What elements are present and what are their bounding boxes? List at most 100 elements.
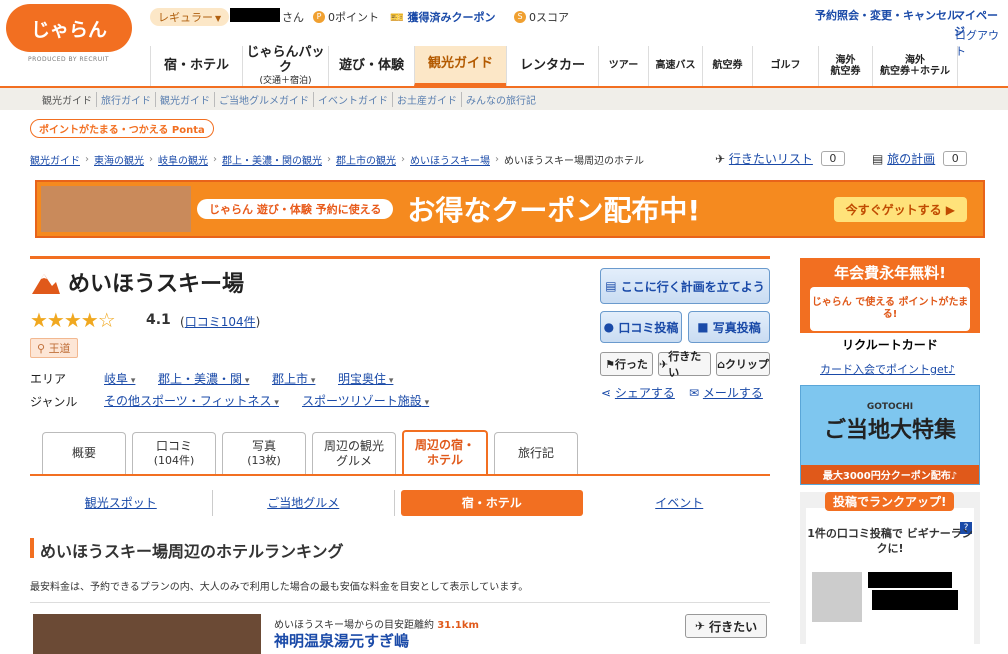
recruit-card-ad[interactable]: 年会費永年無料! じゃらん で使える ポイントがたまる! リクルートカード (800, 258, 980, 356)
area-link[interactable]: 明宝奥住 (338, 370, 393, 387)
tab-photos[interactable]: 写真 (13枚) (222, 432, 306, 474)
heading-accent (30, 538, 34, 558)
tab-overview[interactable]: 概要 (42, 432, 126, 474)
plan-link[interactable]: ▤ 旅の計画 0 (872, 150, 968, 167)
nav-overseas-air-hotel[interactable]: 海外 航空券＋ホテル (872, 46, 958, 86)
nav-air-ticket[interactable]: 航空券 (702, 46, 752, 86)
rank-up-heading: 投稿でランクアップ! (825, 492, 955, 511)
nav-highway-bus[interactable]: 高速バス (648, 46, 702, 86)
points-display[interactable]: P 0ポイント (313, 9, 379, 25)
tab-label: 周辺の宿・ (414, 438, 475, 452)
nav-tour[interactable]: ツアー (598, 46, 648, 86)
subtab-hotels[interactable]: 宿・ホテル (401, 490, 583, 516)
nav-hotel[interactable]: 宿・ホテル (150, 46, 242, 86)
area-link[interactable]: 郡上市 (272, 370, 315, 387)
make-plan-button[interactable]: ▤ ここに行く計画を立てよう (600, 268, 770, 304)
subtab-events[interactable]: イベント (589, 490, 771, 516)
hotel-photo[interactable] (33, 614, 261, 654)
breadcrumb-link[interactable]: 東海の観光 (94, 152, 144, 167)
card-ad-brand: リクルートカード (800, 333, 980, 356)
nav-label: 高速バス (655, 60, 696, 72)
subnav-item[interactable]: 観光ガイド (38, 91, 97, 107)
jalan-logo[interactable]: じゃらん (6, 4, 132, 52)
breadcrumb-separator: › (327, 154, 331, 165)
tab-sublabel: ホテル (426, 453, 463, 467)
post-review-button[interactable]: ● 口コミ投稿 (600, 311, 682, 343)
genre-label: ジャンル (30, 395, 78, 409)
nav-label: 遊び・体験 (338, 57, 404, 73)
redacted-username (230, 8, 280, 22)
nav-activities[interactable]: 遊び・体験 (328, 46, 414, 86)
nav-label: 宿・ホテル (163, 57, 229, 73)
gotochi-label: GOTOCHI (866, 402, 914, 412)
share-link[interactable]: ⋖ シェアする (601, 384, 675, 401)
breadcrumb-separator: › (149, 154, 153, 165)
subnav-item[interactable]: 旅行ガイド (97, 91, 156, 107)
plan-icon: ▤ (605, 279, 617, 293)
gotochi-title: ご当地大特集 (823, 418, 956, 443)
reservation-link[interactable]: 予約照会・変更・キャンセル (815, 7, 958, 23)
wishlist-link[interactable]: ✈ 行きたいリスト 0 (715, 150, 845, 167)
breadcrumb-link[interactable]: 観光ガイド (30, 152, 80, 167)
post-photo-button[interactable]: ■ 写真投稿 (688, 311, 770, 343)
clip-icon: ⌂ (717, 357, 725, 371)
banner-get-button[interactable]: 今すぐゲットする ▶ (833, 196, 967, 222)
genre-link[interactable]: その他スポーツ・フィットネス (104, 392, 279, 409)
nav-jalan-pack[interactable]: じゃらんパック (交通＋宿泊) (242, 45, 328, 86)
tab-travelogue[interactable]: 旅行記 (494, 432, 578, 474)
clip-button[interactable]: ⌂ クリップ (716, 352, 770, 376)
breadcrumb-link[interactable]: 郡上・美濃・関の観光 (222, 152, 322, 167)
breadcrumb-link[interactable]: 郡上市の観光 (336, 152, 396, 167)
subnav-item[interactable]: ご当地グルメガイド (215, 91, 314, 107)
nav-golf[interactable]: ゴルフ (752, 46, 818, 86)
hotel-want-button[interactable]: ✈ 行きたい (685, 614, 767, 638)
reviews-link[interactable]: (口コミ104件) (180, 313, 260, 330)
point-coin-icon: P (313, 11, 325, 23)
camera-icon: ■ (697, 320, 709, 334)
nav-label: 観光ガイド (427, 56, 493, 72)
badge-odo: ⚲ 王道 (30, 338, 78, 358)
redacted-user-name (868, 572, 952, 588)
tab-nearby-hotels[interactable]: 周辺の宿・ ホテル (402, 430, 488, 474)
want-button[interactable]: ✈ 行きたい (658, 350, 711, 379)
card-ad-link[interactable]: カード入会でポイントget♪ (820, 361, 955, 377)
area-link[interactable]: 岐阜 (104, 370, 135, 387)
nav-rentacar[interactable]: レンタカー (506, 46, 598, 86)
hotel-name-link[interactable]: 神明温泉湯元すぎ嶋 (274, 630, 409, 651)
rank-badge[interactable]: レギュラー ▼ (150, 8, 230, 26)
subtab-gourmet[interactable]: ご当地グルメ (213, 490, 395, 516)
gotochi-ad[interactable]: GOTOCHI ご当地大特集 最大3000円分クーポン配布♪ (800, 385, 980, 485)
subnav-item[interactable]: 観光ガイド (156, 91, 215, 107)
breadcrumb-link[interactable]: 岐阜の観光 (158, 152, 208, 167)
nav-label: レンタカー (519, 57, 585, 73)
coupon-banner[interactable]: じゃらん 遊び・体験 予約に使える お得なクーポン配布中! 今すぐゲットする ▶ (35, 180, 985, 238)
rating-stars: ★★★★☆ (30, 308, 116, 332)
tab-nearby-sightseeing[interactable]: 周辺の観光 グルメ (312, 432, 396, 474)
breadcrumb-link[interactable]: めいほうスキー場 (410, 152, 490, 167)
want-label: 行きたい (668, 350, 702, 379)
mail-link[interactable]: ✉ メールする (689, 384, 763, 401)
ponta-badge[interactable]: ポイントがたまる・つかえる Ponta (30, 119, 214, 138)
nav-sightseeing-guide[interactable]: 観光ガイド (414, 46, 506, 86)
area-link[interactable]: 郡上・美濃・関 (158, 370, 249, 387)
rating-value: 4.1 (146, 312, 171, 328)
spot-tabs: 概要 口コミ (104件) 写真 (13枚) 周辺の観光 グルメ 周辺の宿・ ホテル 旅… (42, 430, 578, 474)
coupon-link[interactable]: 🎫 獲得済みクーポン (390, 9, 496, 25)
tab-reviews[interactable]: 口コミ (104件) (132, 432, 216, 474)
tab-underline (30, 474, 770, 476)
went-button[interactable]: ⚑ 行った (600, 352, 653, 376)
logout-link[interactable]: ログアウト (955, 27, 1008, 59)
chevron-down-icon: ▼ (215, 14, 222, 23)
subtab-sightseeing[interactable]: 観光スポット (30, 490, 213, 516)
subnav-item[interactable]: イベントガイド (314, 91, 393, 107)
subnav-item[interactable]: お土産ガイド (393, 91, 462, 107)
coupon-label: 獲得済みクーポン (407, 11, 496, 24)
nav-sublabel: (交通＋宿泊) (259, 75, 312, 86)
score-display[interactable]: S 0スコア (514, 9, 569, 25)
tab-sublabel: グルメ (335, 453, 372, 468)
subnav-item[interactable]: みんなの旅行記 (462, 92, 540, 107)
sub-nav: 観光ガイド 旅行ガイド 観光ガイド ご当地グルメガイド イベントガイド お土産ガ… (0, 86, 1008, 110)
genre-link[interactable]: スポーツリゾート施設 (302, 392, 429, 409)
tab-label: 旅行記 (517, 446, 554, 460)
nav-overseas-air[interactable]: 海外 航空券 (818, 46, 872, 86)
